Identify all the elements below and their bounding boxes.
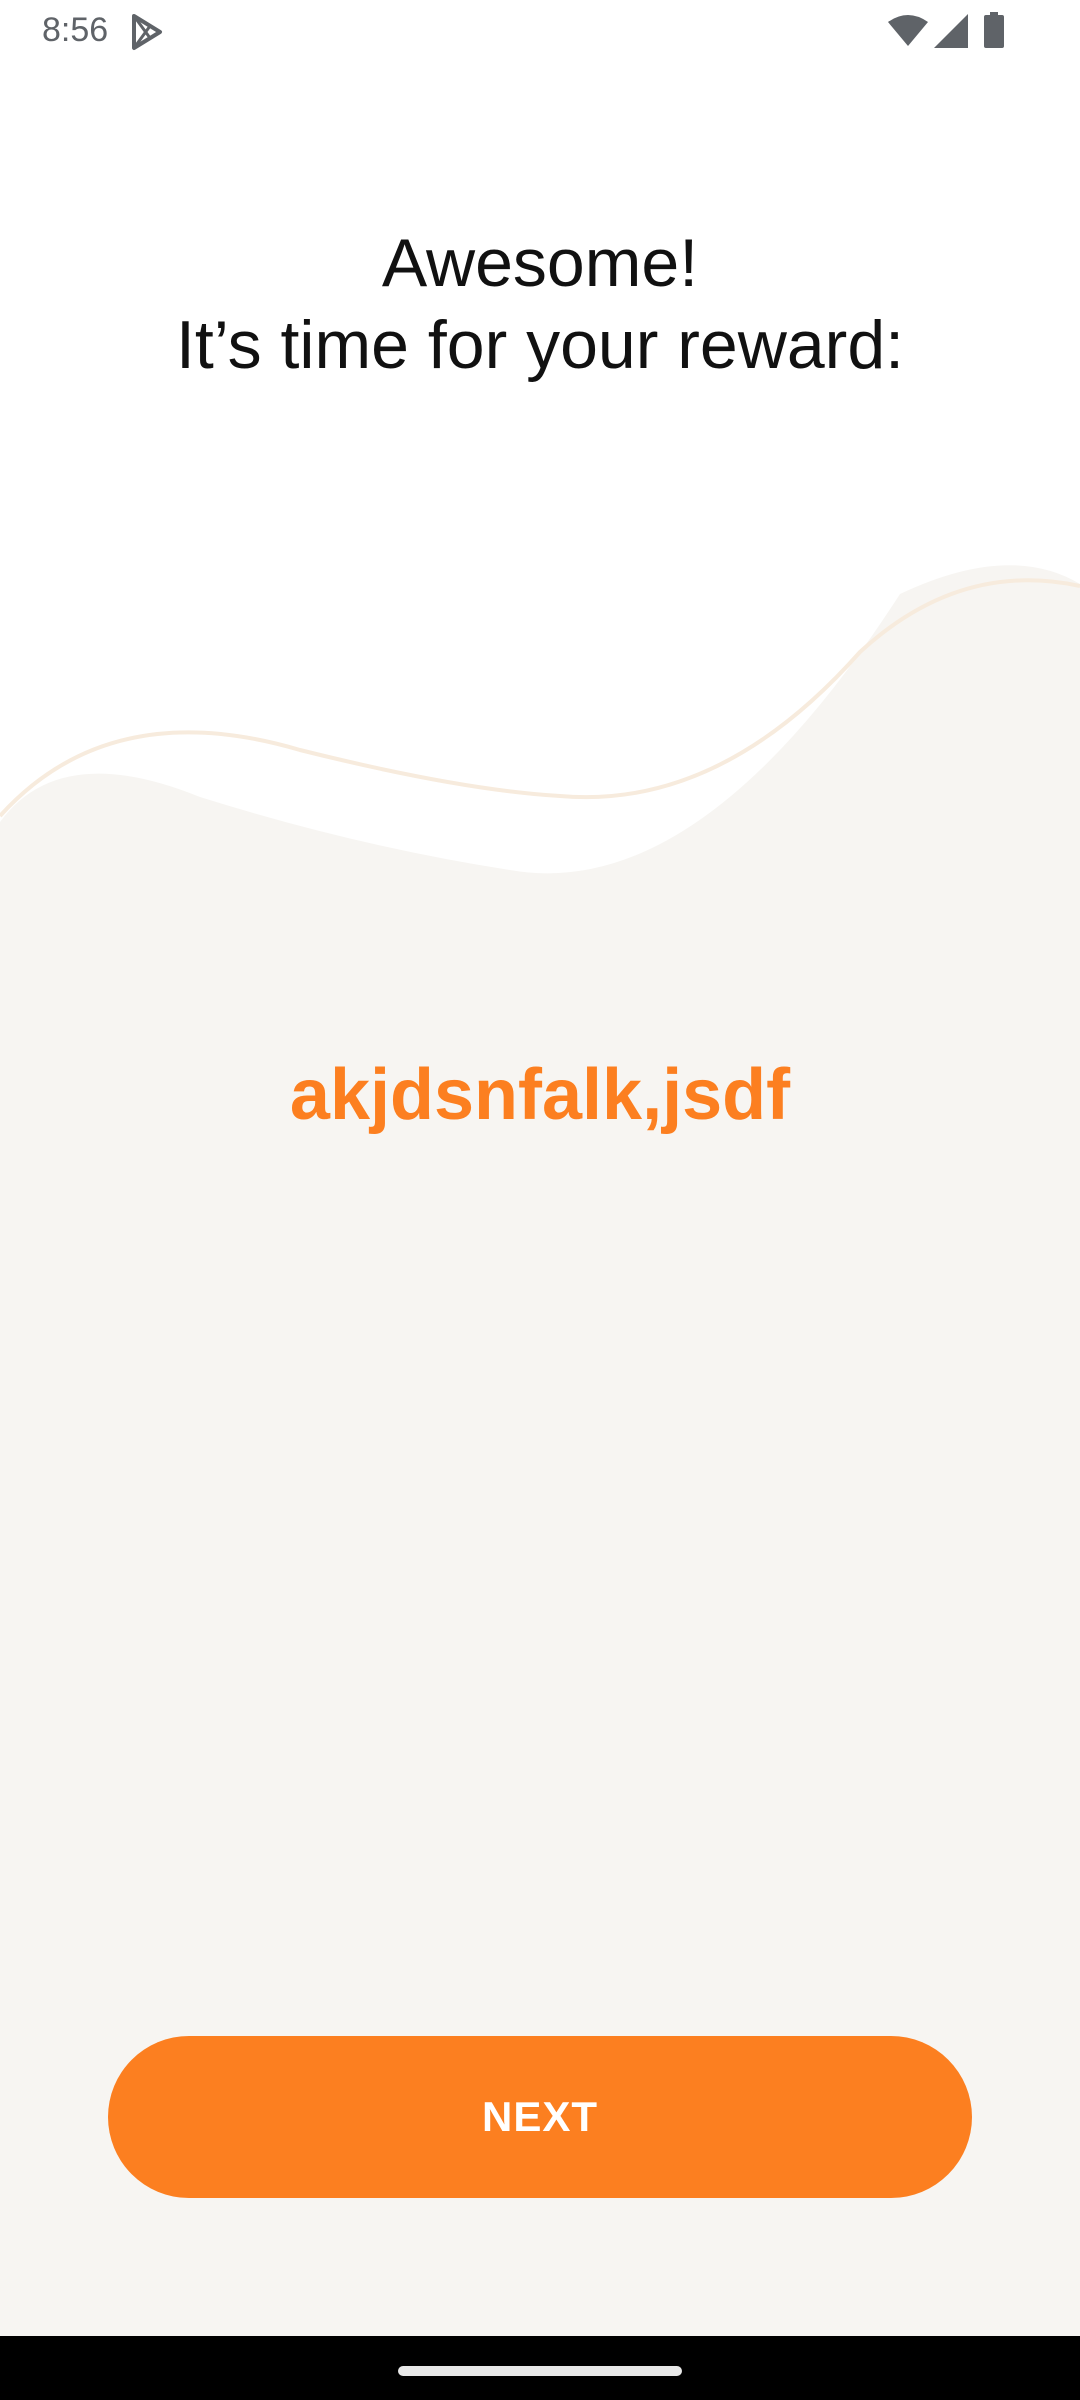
status-time: 8:56 [42,11,109,49]
battery-icon [984,12,1004,48]
status-bar: 8:56 [0,0,1080,64]
page-title: Awesome! It’s time for your reward: [0,222,1080,386]
title-line-1: Awesome! [381,225,699,301]
reward-code: akjdsnfalk,jsdf [289,1055,791,1135]
reward-screen: 8:56 Awesome! It’s time for your reward:… [0,0,1080,2400]
signal-icon [934,14,968,48]
wifi-icon [888,15,928,46]
next-button[interactable]: NEXT [108,2036,972,2198]
home-indicator[interactable] [398,2366,682,2376]
play-store-icon [132,14,162,50]
title-line-2: It’s time for your reward: [175,307,905,383]
navigation-bar [0,2336,1080,2400]
